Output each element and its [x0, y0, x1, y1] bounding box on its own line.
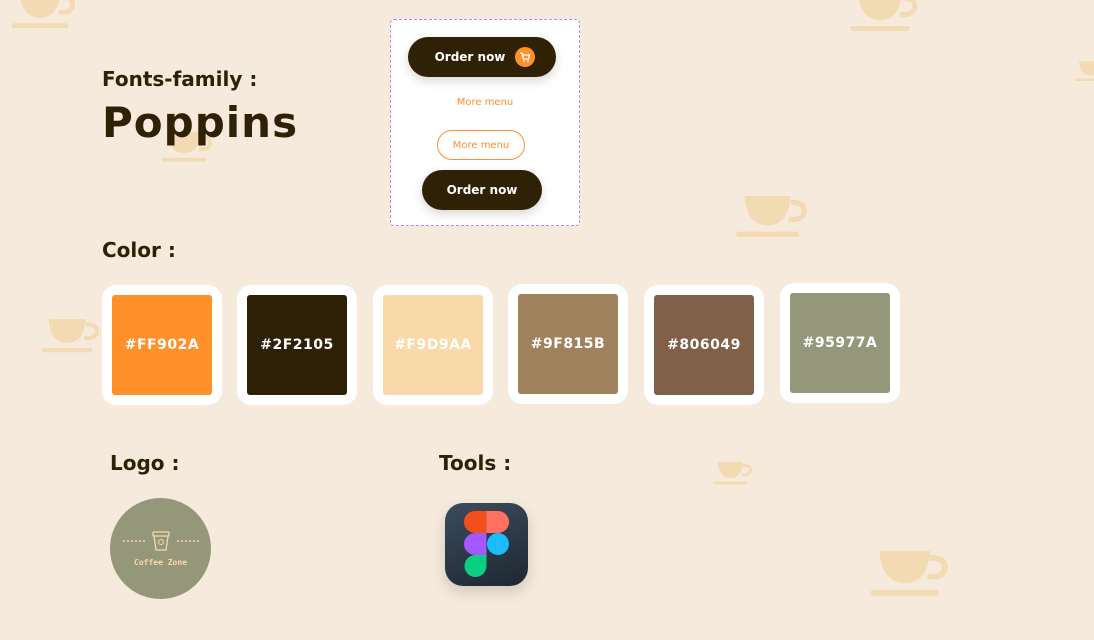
coffee-zone-logo: Coffee Zone [110, 498, 211, 599]
color-label: Color : [102, 238, 176, 262]
color-swatch: #806049 [654, 295, 754, 395]
color-swatch-card: #F9D9AA [373, 285, 493, 405]
more-menu-link[interactable]: More menu [391, 97, 579, 108]
tools-label: Tools : [439, 451, 512, 475]
figma-icon [445, 503, 528, 586]
coffee-cup-icon [870, 550, 948, 596]
color-swatch-card: #9F815B [508, 284, 628, 404]
order-now-button[interactable]: Order now [408, 37, 556, 77]
coffee-cup-icon [41, 319, 99, 353]
order-now-button-2[interactable]: Order now [422, 170, 542, 210]
logo-text: Coffee Zone [134, 558, 187, 567]
color-swatch-card: #806049 [644, 285, 764, 405]
order-now-label: Order now [434, 50, 506, 64]
coffee-cup-icon [850, 0, 918, 31]
color-swatch: #F9D9AA [383, 295, 483, 395]
color-swatch: #2F2105 [247, 295, 347, 395]
font-family-name: Poppins [102, 98, 299, 147]
cart-icon [515, 47, 536, 67]
coffee-cup-icon [122, 531, 199, 551]
coffee-cup-icon [736, 195, 807, 237]
color-swatch-card: #2F2105 [237, 285, 357, 405]
color-swatch: #95977A [790, 293, 890, 393]
logo-label: Logo : [110, 451, 180, 475]
button-samples-card: Order now More menu More menu Order now [390, 19, 580, 226]
color-swatch: #FF902A [112, 295, 212, 395]
coffee-cup-icon [713, 461, 752, 485]
fonts-label: Fonts-family : [102, 67, 258, 91]
color-swatch-card: #FF902A [102, 285, 222, 405]
coffee-cup-icon [1075, 61, 1094, 81]
color-swatch-card: #95977A [780, 283, 900, 403]
coffee-cup-icon [11, 0, 75, 28]
more-menu-outline-button[interactable]: More menu [437, 130, 525, 160]
color-swatch: #9F815B [518, 294, 618, 394]
